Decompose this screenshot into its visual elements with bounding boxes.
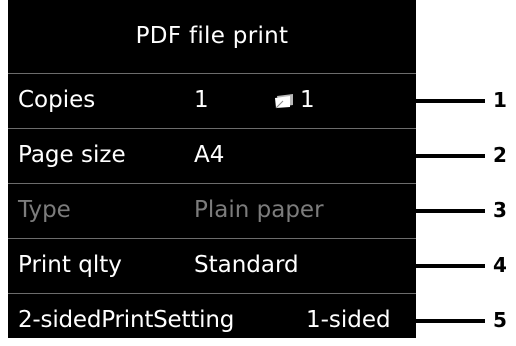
setting-value-page-size: A4 xyxy=(194,142,225,168)
callout-number-3: 3 xyxy=(493,198,507,222)
lcd-screen: PDF file print Copies 1 1 Page size A4 T… xyxy=(8,0,416,338)
callout-number-4: 4 xyxy=(493,253,507,277)
setting-row-page-size[interactable]: Page size A4 xyxy=(8,128,416,180)
setting-value-copies: 1 xyxy=(194,87,209,113)
setting-row-print-quality[interactable]: Print qlty Standard xyxy=(8,238,416,290)
setting-label-two-sided: 2-sidedPrintSetting xyxy=(18,307,235,333)
callout-number-2: 2 xyxy=(493,143,507,167)
callout-number-1: 1 xyxy=(493,88,507,112)
screen-title: PDF file print xyxy=(135,23,289,49)
callout-number-5: 5 xyxy=(493,308,507,332)
callout-line-3 xyxy=(410,209,485,213)
callout-line-1 xyxy=(410,99,485,103)
setting-row-copies[interactable]: Copies 1 1 xyxy=(8,73,416,125)
setting-row-two-sided[interactable]: 2-sidedPrintSetting 1-sided xyxy=(8,293,416,345)
callout-line-5 xyxy=(410,319,485,323)
page-count-value: 1 xyxy=(300,87,315,113)
setting-value-two-sided: 1-sided xyxy=(306,307,391,333)
setting-label-page-size: Page size xyxy=(18,142,126,168)
setting-label-print-quality: Print qlty xyxy=(18,252,122,278)
setting-value-type: Plain paper xyxy=(194,197,324,223)
setting-value-print-quality: Standard xyxy=(194,252,299,278)
setting-label-type: Type xyxy=(18,197,71,223)
page-copies-icon xyxy=(273,74,297,126)
setting-row-type: Type Plain paper xyxy=(8,183,416,235)
callout-line-2 xyxy=(410,154,485,158)
setting-label-copies: Copies xyxy=(18,87,96,113)
callout-line-4 xyxy=(410,264,485,268)
